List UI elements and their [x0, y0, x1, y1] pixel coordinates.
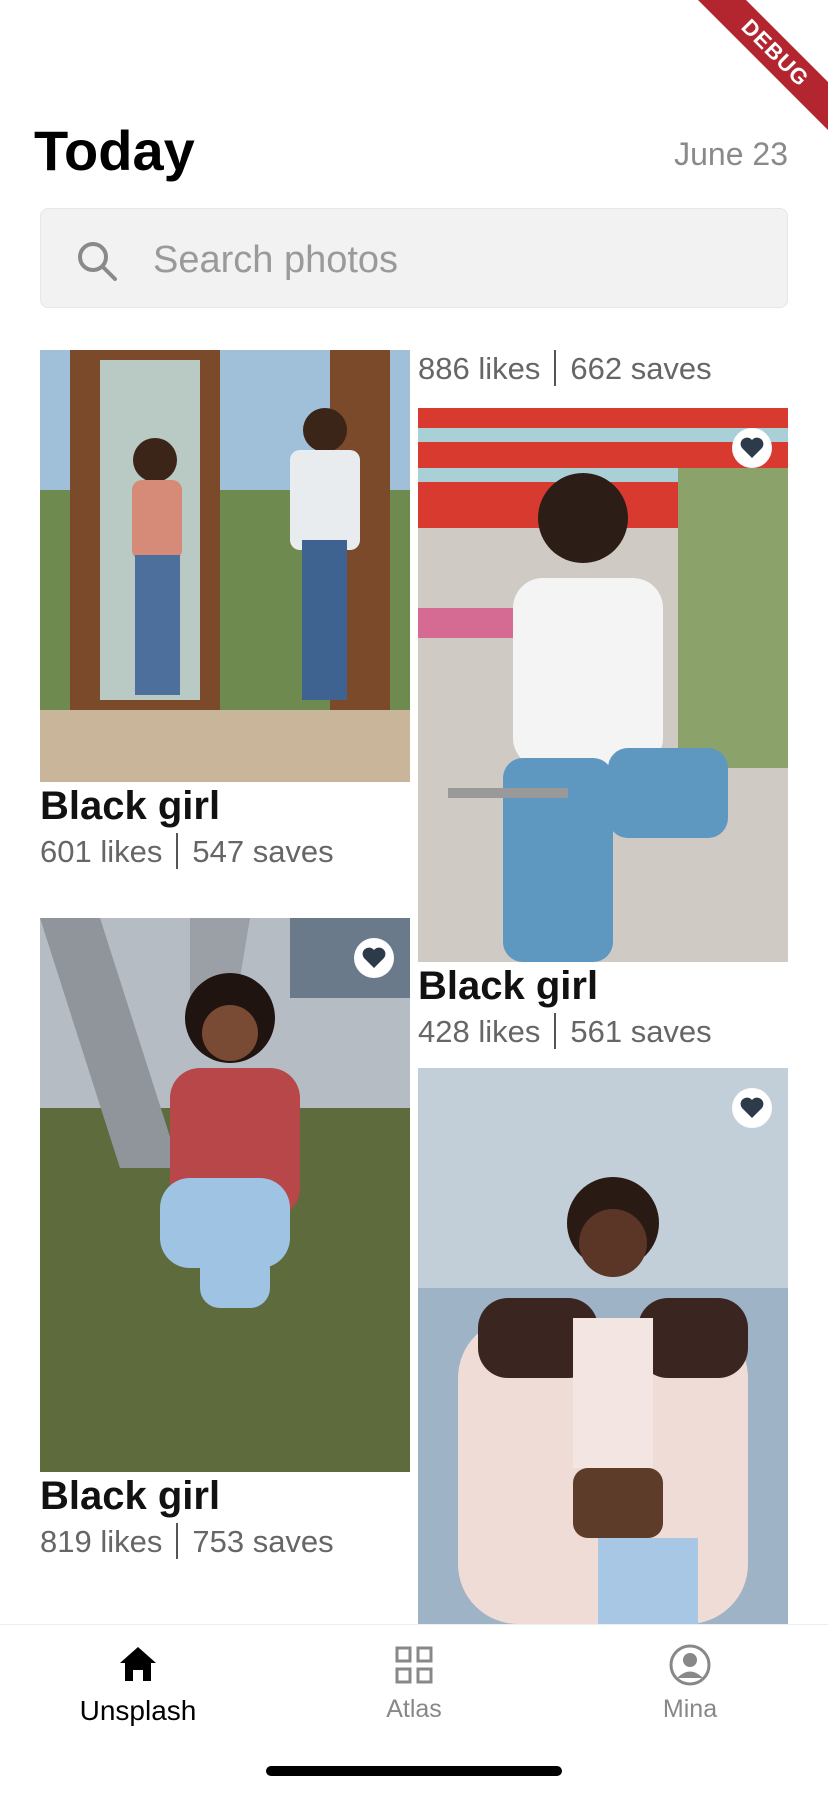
like-button[interactable] — [354, 938, 394, 978]
grid-icon — [395, 1646, 433, 1684]
tab-label: Mina — [662, 1695, 718, 1723]
photo-stats: 819 likes 753 saves — [40, 1523, 334, 1560]
tab-atlas[interactable]: Atlas — [276, 1643, 552, 1724]
tab-mina[interactable]: Mina — [552, 1643, 828, 1724]
likes-count: 601 likes — [40, 834, 163, 869]
photo-tile[interactable] — [40, 350, 410, 782]
page-title: Today — [34, 119, 195, 182]
photo-tile[interactable] — [418, 408, 788, 962]
like-button[interactable] — [732, 1088, 772, 1128]
tab-label: Unsplash — [79, 1695, 197, 1726]
heart-icon — [740, 437, 764, 458]
photo-stats: 886 likes 662 saves — [418, 350, 712, 387]
search-bar[interactable]: Search photos — [40, 208, 788, 308]
search-placeholder: Search photos — [153, 239, 399, 281]
home-icon — [120, 1647, 156, 1681]
photo-tile[interactable] — [40, 918, 410, 1472]
photo-title: Black girl — [40, 784, 221, 828]
photo-image — [418, 408, 788, 962]
date-label: June 23 — [674, 136, 788, 172]
photo-tile[interactable] — [418, 1068, 788, 1624]
saves-count: 662 saves — [570, 351, 712, 386]
saves-count: 547 saves — [192, 834, 334, 869]
tab-label: Atlas — [386, 1695, 442, 1723]
photo-stats: 428 likes 561 saves — [418, 1013, 712, 1050]
home-indicator — [266, 1766, 562, 1776]
photo-title: Black girl — [418, 964, 599, 1008]
saves-count: 561 saves — [570, 1014, 712, 1049]
photo-image — [40, 350, 410, 782]
saves-count: 753 saves — [192, 1524, 334, 1559]
tab-unsplash[interactable]: Unsplash — [0, 1643, 276, 1727]
likes-count: 819 likes — [40, 1524, 163, 1559]
heart-icon — [740, 1097, 764, 1118]
heart-icon — [362, 947, 386, 968]
account-icon — [669, 1644, 711, 1686]
photo-image — [40, 918, 410, 1472]
like-button[interactable] — [732, 428, 772, 468]
debug-banner: DEBUG — [698, 0, 828, 130]
photo-stats: 601 likes 547 saves — [40, 833, 334, 870]
likes-count: 428 likes — [418, 1014, 541, 1049]
likes-count: 886 likes — [418, 351, 541, 386]
photo-image — [418, 1068, 788, 1624]
debug-banner-label: DEBUG — [698, 0, 828, 130]
search-icon — [78, 242, 117, 281]
photo-title: Black girl — [40, 1474, 221, 1518]
